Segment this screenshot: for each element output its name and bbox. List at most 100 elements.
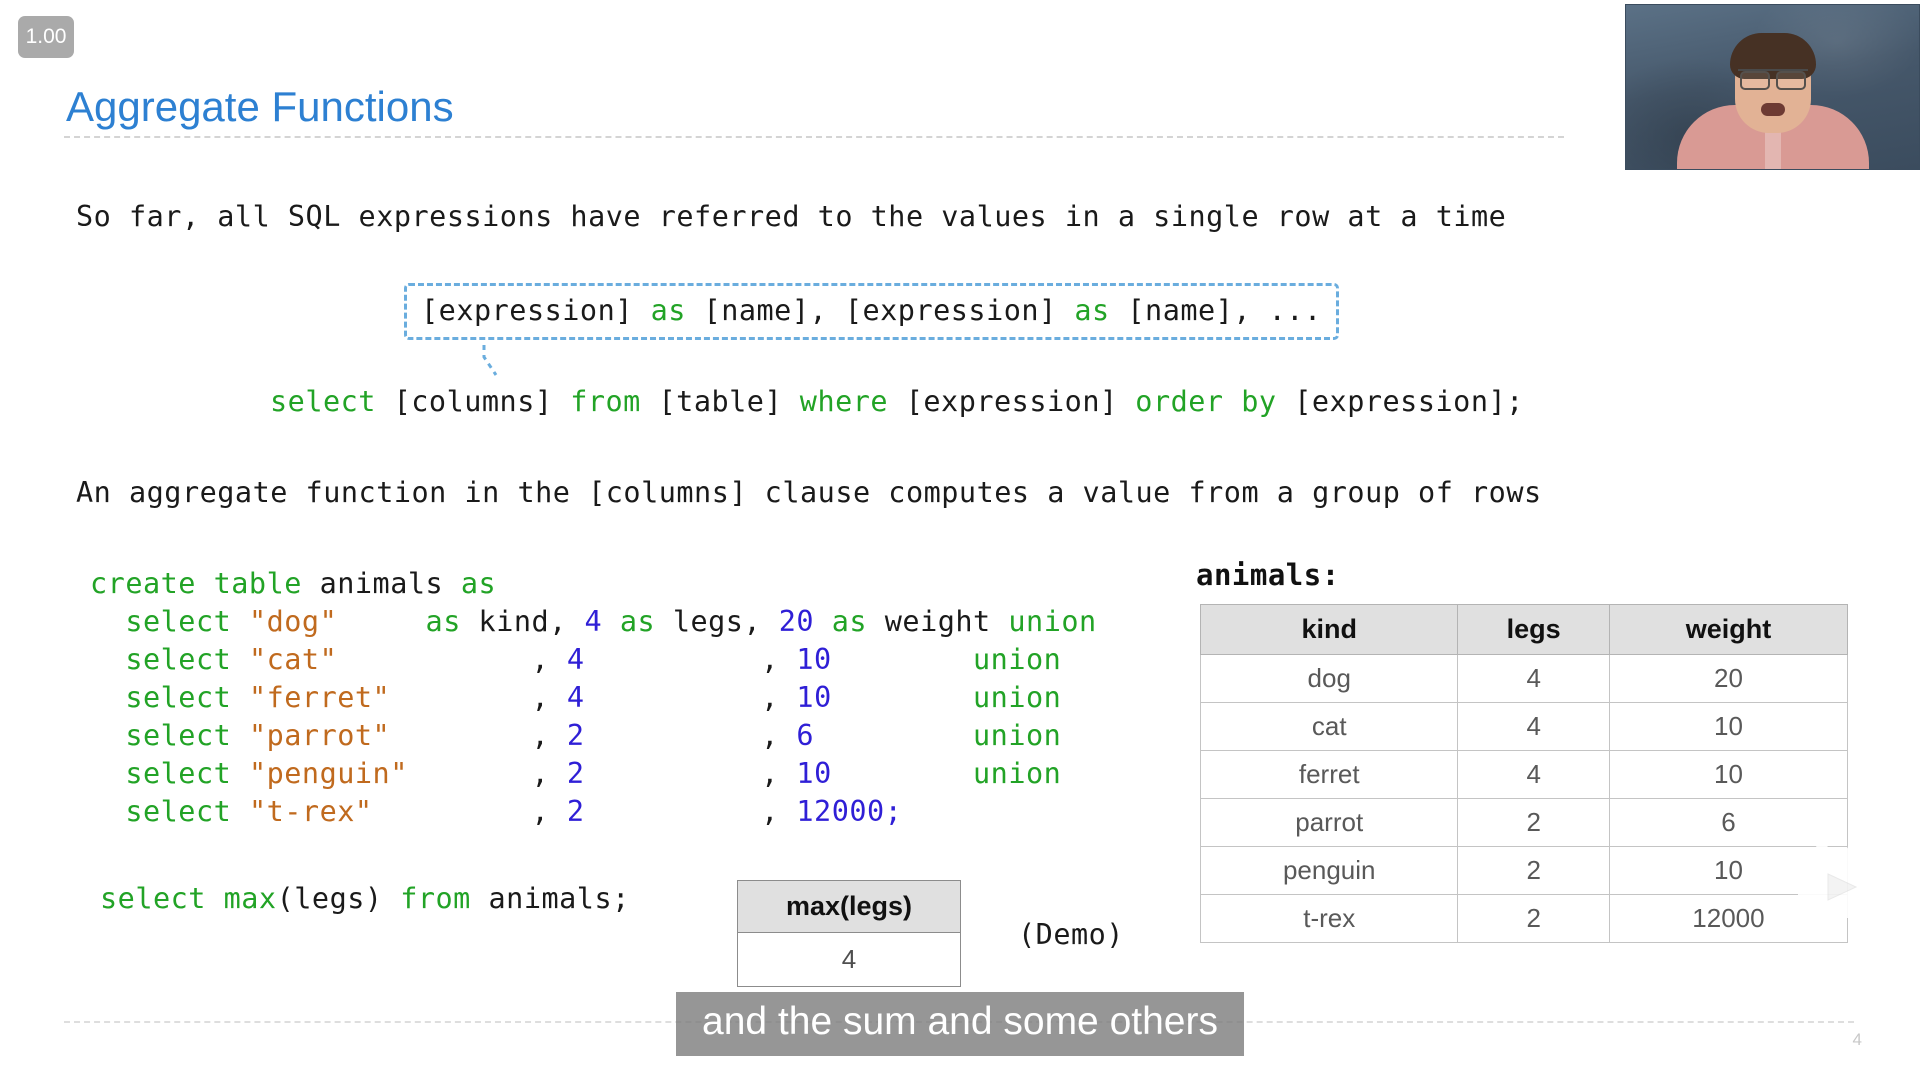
code-l5-t-3: , xyxy=(407,757,567,790)
table-row: cat 4 10 xyxy=(1199,702,1849,751)
code-l4-t-0: select xyxy=(90,719,232,752)
table-cell: ferret xyxy=(1199,750,1459,799)
code-l5-t-0: select xyxy=(90,757,232,790)
result-table-body: 4 xyxy=(737,932,961,987)
callout-token-0: [expression] xyxy=(421,294,651,327)
table-row: parrot 2 6 xyxy=(1199,798,1849,847)
code-l2-t-7 xyxy=(832,643,973,676)
code-l2-t-1 xyxy=(231,643,249,676)
table-cell: 4 xyxy=(1457,750,1610,799)
code-l6-t-6: 12000; xyxy=(796,795,903,828)
callout-token-3: as xyxy=(1074,294,1110,327)
template-token-0: select xyxy=(270,385,376,418)
table-row: dog 4 20 xyxy=(1199,654,1849,703)
code-l2-t-6: 10 xyxy=(796,643,832,676)
code-l5-t-6: 10 xyxy=(796,757,832,790)
code-l4-t-4: 2 xyxy=(566,719,585,752)
template-token-4: where xyxy=(799,385,889,418)
code-l1-t-8: as xyxy=(619,605,656,638)
table-cell: 2 xyxy=(1457,846,1610,895)
code-l5-t-1 xyxy=(231,757,249,790)
bilibili-play-icon[interactable] xyxy=(1790,838,1886,924)
code-line: select "penguin" , 2 , 10 union xyxy=(90,755,1097,793)
code-l1-t-5: kind, xyxy=(460,605,585,638)
code-l0-t-0: create table xyxy=(90,567,302,600)
column-header-kind: kind xyxy=(1199,604,1459,655)
slide-number: 4 xyxy=(1852,1030,1862,1049)
table-header-row: max(legs) xyxy=(737,880,961,933)
sql-select-template: select [columns] from [table] where [exp… xyxy=(270,385,1524,418)
code-l5-t-5: , xyxy=(584,757,797,790)
final-token-3: animals; xyxy=(470,882,630,915)
animals-table-label: animals: xyxy=(1196,558,1340,592)
code-l1-t-2: "dog" xyxy=(248,605,338,638)
code-l0-t-1: animals xyxy=(301,567,461,600)
table-header-row: kind legs weight xyxy=(1199,604,1849,655)
code-l3-t-6: 10 xyxy=(796,681,832,714)
code-l1-t-6: 4 xyxy=(584,605,603,638)
title-divider xyxy=(64,136,1564,138)
template-token-6: order by xyxy=(1135,385,1277,418)
table-cell: 4 xyxy=(1457,702,1610,751)
final-token-1: (legs) xyxy=(276,882,401,915)
code-l2-t-2: "cat" xyxy=(248,643,338,676)
code-l2-t-8: union xyxy=(973,643,1062,676)
table-cell: 4 xyxy=(1457,654,1610,703)
table-cell: penguin xyxy=(1199,846,1459,895)
code-line: select "parrot" , 2 , 6 union xyxy=(90,717,1097,755)
table-row: ferret 4 10 xyxy=(1199,750,1849,799)
table-cell: dog xyxy=(1199,654,1459,703)
code-line: select "t-rex" , 2 , 12000; xyxy=(90,793,1097,831)
template-token-1: [columns] xyxy=(375,385,571,418)
code-l1-t-7 xyxy=(602,605,620,638)
table-cell: 2 xyxy=(1457,798,1610,847)
lecturer-webcam[interactable] xyxy=(1625,4,1920,170)
table-cell: cat xyxy=(1199,702,1459,751)
code-l6-t-3: , xyxy=(372,795,567,828)
code-l4-t-1 xyxy=(231,719,249,752)
playback-speed-badge[interactable]: 1.00 xyxy=(18,16,74,58)
code-l6-t-1 xyxy=(231,795,249,828)
code-l1-t-11 xyxy=(814,605,832,638)
table-cell: parrot xyxy=(1199,798,1459,847)
code-l1-t-14: union xyxy=(1008,605,1097,638)
final-token-0: select max xyxy=(100,882,277,915)
create-table-code: create table animals as select "dog" as … xyxy=(90,565,1097,831)
aggregate-description: An aggregate function in the [columns] c… xyxy=(76,476,1542,509)
expression-callout-box: [expression] as [name], [expression] as … xyxy=(404,283,1339,340)
callout-token-4: [name], ... xyxy=(1109,294,1322,327)
table-cell: 20 xyxy=(1608,654,1849,703)
code-l1-t-10: 20 xyxy=(778,605,815,638)
animals-table-body: dog 4 20 cat 4 10 ferret 4 10 parrot 2 6 penguin 2 10 t… xyxy=(1199,654,1849,943)
code-l2-t-4: 4 xyxy=(566,643,585,676)
code-l3-t-1 xyxy=(231,681,249,714)
column-header-weight: weight xyxy=(1608,604,1849,655)
table-cell: 10 xyxy=(1608,702,1849,751)
code-l3-t-8: union xyxy=(973,681,1062,714)
code-l1-t-0: select xyxy=(90,605,232,638)
code-l4-t-7 xyxy=(814,719,973,752)
callout-tail-icon xyxy=(482,345,498,376)
demo-label: (Demo) xyxy=(1018,918,1124,951)
code-line: select "ferret" , 4 , 10 union xyxy=(90,679,1097,717)
max-legs-query: select max(legs) from animals; xyxy=(100,882,630,915)
code-l2-t-5: , xyxy=(584,643,797,676)
template-token-7: [expression]; xyxy=(1276,385,1524,418)
animals-table: kind legs weight dog 4 20 cat 4 10 ferret 4 10 parr… xyxy=(1199,604,1849,943)
code-l1-t-9: legs, xyxy=(655,605,779,638)
code-l3-t-7 xyxy=(832,681,973,714)
code-line: create table animals as xyxy=(90,565,1097,603)
code-l3-t-4: 4 xyxy=(566,681,585,714)
code-l5-t-7 xyxy=(832,757,973,790)
code-l3-t-5: , xyxy=(584,681,797,714)
table-cell: 10 xyxy=(1608,750,1849,799)
code-line: select "dog" as kind, 4 as legs, 20 as w… xyxy=(90,603,1097,641)
code-l6-t-0: select xyxy=(90,795,232,828)
code-l4-t-6: 6 xyxy=(796,719,815,752)
subtitle-caption: and the sum and some others xyxy=(676,992,1244,1056)
code-l6-t-2: "t-rex" xyxy=(248,795,373,828)
code-l4-t-3: , xyxy=(390,719,567,752)
final-token-2: from xyxy=(400,882,471,915)
code-l0-t-2: as xyxy=(460,567,497,600)
table-row: penguin 2 10 xyxy=(1199,846,1849,895)
